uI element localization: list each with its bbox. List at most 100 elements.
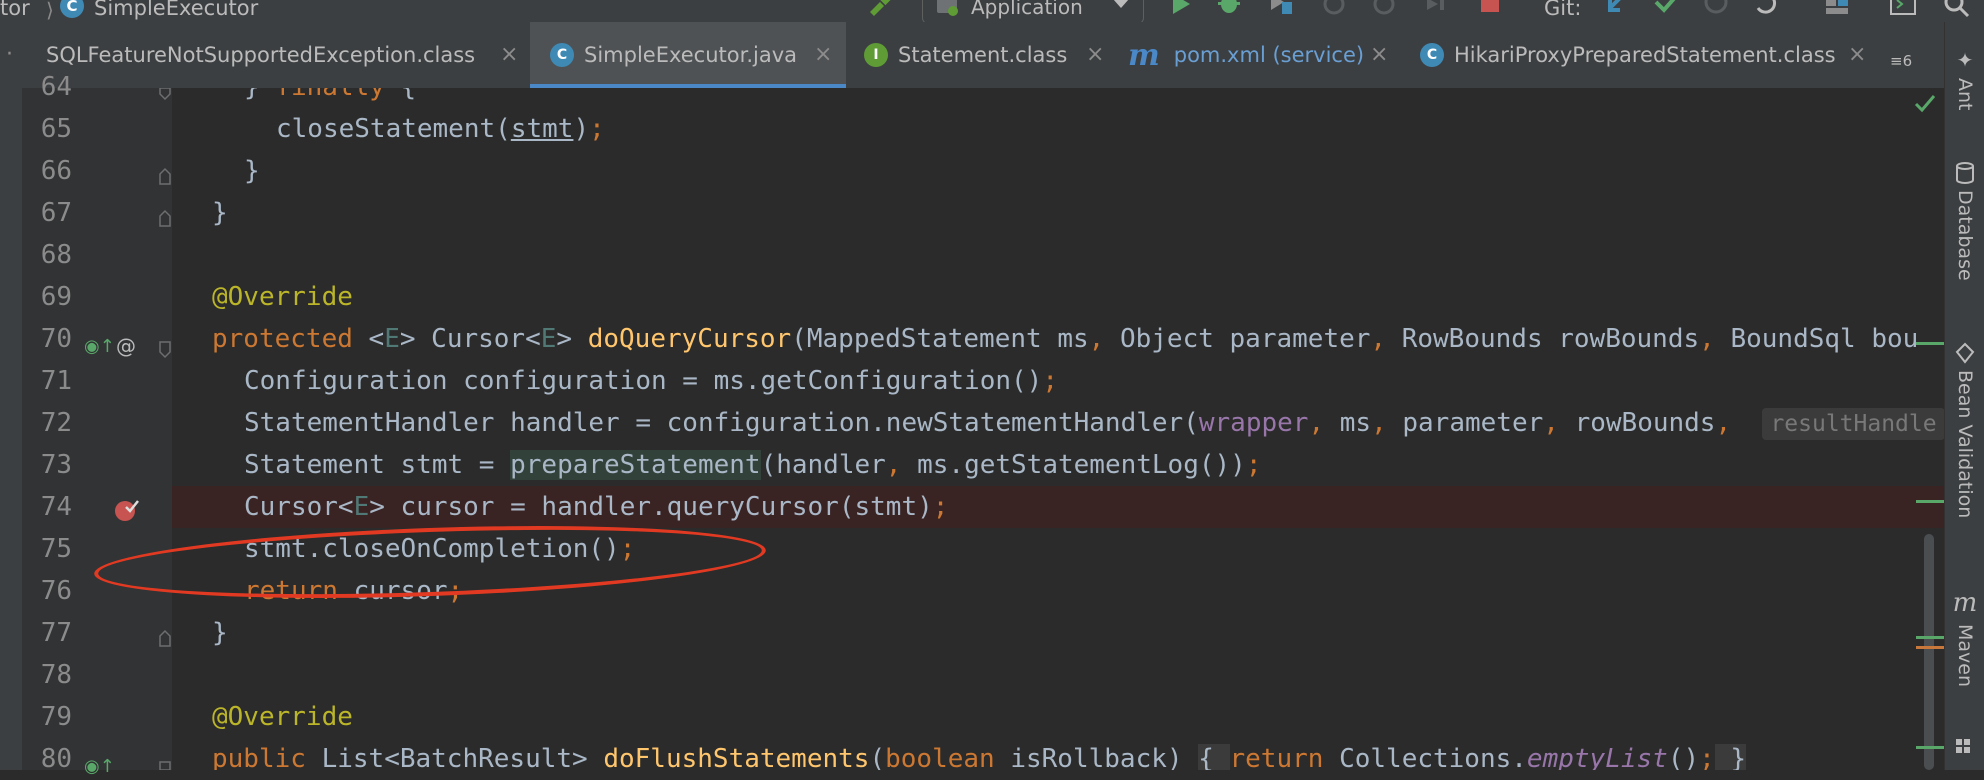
git-history-icon[interactable] — [1704, 0, 1730, 18]
database-icon — [1956, 162, 1974, 184]
tab-label: Statement.class — [898, 43, 1068, 67]
editor-gutter: ◉↑ @ ◉↑ 64 65 66 67 68 69 70 71 72 73 74 75 76 77 78 79… — [22, 72, 172, 777]
git-update-icon[interactable] — [1604, 0, 1630, 18]
line-number: 73 — [40, 450, 72, 480]
inspection-ok-check-icon[interactable] — [1914, 94, 1936, 114]
close-icon[interactable]: × — [1848, 42, 1866, 67]
line-number: 77 — [40, 618, 72, 648]
debug-icon[interactable] — [1216, 0, 1242, 18]
tab-sqlfeaturenotsupportedexception[interactable]: SQLFeatureNotSupportedException.class × — [22, 22, 530, 88]
tab-label: HikariProxyPreparedStatement.class — [1454, 43, 1836, 67]
grid-tools-icon[interactable] — [1955, 738, 1977, 760]
tab-statement[interactable]: I Statement.class × — [846, 22, 1118, 88]
ant-icon: ✦ — [1956, 48, 1974, 72]
step-icon[interactable] — [1424, 0, 1450, 18]
tool-window-ant[interactable]: ✦ Ant — [1945, 48, 1984, 111]
parameter-hint: resultHandle — [1762, 407, 1944, 440]
code-editor[interactable]: 64 } finally { 65 closeStatement(stmt); … — [172, 88, 1944, 770]
tool-window-database[interactable]: Database — [1945, 162, 1984, 281]
bean-validation-icon — [1955, 342, 1975, 364]
close-icon[interactable]: × — [500, 42, 518, 67]
run-configuration-label: Application — [971, 0, 1083, 19]
line-number: 75 — [40, 534, 72, 564]
run-configuration-select[interactable]: Application — [922, 0, 1144, 22]
git-rollback-icon[interactable] — [1754, 0, 1780, 18]
line-number: 79 — [40, 702, 72, 732]
tab-scroll-left-icon[interactable]: · — [6, 42, 13, 67]
editor-tab-bar: · SQLFeatureNotSupportedException.class … — [0, 22, 1944, 89]
change-marker[interactable] — [1916, 636, 1944, 639]
line-number: 78 — [40, 660, 72, 690]
git-label: Git: — [1544, 0, 1582, 20]
run-icon[interactable] — [1168, 0, 1194, 18]
line-number: 71 — [40, 366, 72, 396]
code-line-73: 73 Statement stmt = prepareStatement(han… — [244, 450, 1262, 480]
line-number: 70 — [40, 324, 72, 354]
class-icon: C — [1420, 43, 1444, 67]
line-number: 74 — [40, 492, 72, 522]
line-number: 65 — [40, 114, 72, 144]
warning-marker[interactable] — [1916, 646, 1944, 649]
right-tool-strip: ✦ Ant Database Bean Validation m Maven — [1944, 22, 1984, 770]
implements-method-icon[interactable]: ◉↑ — [84, 756, 115, 777]
profile-icon[interactable] — [1322, 0, 1348, 18]
line-number: 72 — [40, 408, 72, 438]
application-icon — [937, 0, 958, 16]
left-tool-strip — [0, 88, 23, 770]
terminal-icon[interactable] — [1890, 0, 1916, 18]
code-line-78: 78 — [172, 654, 1944, 696]
breakpoint-icon[interactable] — [114, 498, 140, 522]
fold-markers[interactable] — [158, 88, 172, 770]
tab-label: pom.xml (service) — [1173, 43, 1365, 67]
code-line-77: 77 } — [212, 618, 228, 648]
interface-icon: I — [864, 43, 888, 67]
git-commit-check-icon[interactable] — [1654, 0, 1680, 18]
tab-simpleexecutor[interactable]: C SimpleExecutor.java × — [530, 22, 846, 88]
override-marker-icon[interactable]: @ — [116, 334, 136, 358]
code-line-69: 69 @Override — [212, 282, 353, 312]
code-line-64: 64 } finally { — [172, 88, 1944, 108]
chevron-down-icon — [1113, 0, 1129, 8]
implements-method-icon[interactable]: ◉↑ — [84, 336, 115, 357]
project-structure-icon[interactable] — [1824, 0, 1850, 18]
code-line-70: 70 protected <E> Cursor<E> doQueryCursor… — [212, 324, 1919, 354]
code-line-80: 80 public List<BatchResult> doFlushState… — [172, 738, 1944, 770]
tab-hikariproxypreparedstatement[interactable]: C HikariProxyPreparedStatement.class × — [1400, 22, 1882, 88]
line-number: 80 — [40, 744, 72, 774]
line-number: 68 — [40, 240, 72, 270]
code-line-76: 76 return cursor; — [244, 576, 464, 606]
code-line-65: 65 closeStatement(stmt); — [276, 114, 605, 144]
class-icon: C — [550, 43, 574, 67]
close-icon[interactable]: × — [1086, 42, 1104, 67]
line-number: 76 — [40, 576, 72, 606]
close-icon[interactable]: × — [814, 42, 832, 67]
tool-window-bean-validation[interactable]: Bean Validation — [1945, 342, 1984, 518]
tab-pom-xml[interactable]: m pom.xml (service) × — [1118, 22, 1400, 88]
line-number: 64 — [40, 72, 72, 102]
maven-icon: m — [1952, 588, 1978, 618]
code-line-72: 72 StatementHandler handler = configurat… — [172, 402, 1944, 444]
stop-icon[interactable] — [1478, 0, 1504, 18]
code-line-67: 67 } — [212, 198, 228, 228]
class-icon: C — [60, 0, 84, 18]
close-icon[interactable]: × — [1370, 42, 1388, 67]
code-line-75: 75 stmt.closeOnCompletion(); — [244, 534, 636, 564]
code-line-71: 71 Configuration configuration = ms.getC… — [244, 366, 1058, 396]
breadcrumb-class[interactable]: SimpleExecutor — [94, 0, 258, 20]
editor-scrollbar[interactable] — [1924, 534, 1934, 770]
change-marker[interactable] — [1916, 342, 1944, 345]
code-line-79: 79 @Override — [212, 702, 353, 732]
run-with-coverage-icon[interactable] — [1268, 0, 1294, 18]
change-marker[interactable] — [1916, 500, 1944, 503]
tab-label: SQLFeatureNotSupportedException.class — [46, 43, 476, 67]
line-number: 67 — [40, 198, 72, 228]
attach-debugger-icon[interactable] — [1372, 0, 1398, 18]
search-icon[interactable] — [1944, 0, 1970, 18]
build-hammer-icon[interactable] — [866, 0, 892, 18]
change-marker[interactable] — [1916, 746, 1944, 749]
maven-icon: m — [1128, 37, 1160, 73]
breadcrumb-project[interactable]: tor — [0, 0, 30, 20]
tool-window-maven[interactable]: m Maven — [1945, 588, 1984, 687]
breadcrumb-separator: ⟩ — [46, 0, 54, 22]
tab-overflow-button[interactable]: ≡6 — [1890, 52, 1912, 70]
